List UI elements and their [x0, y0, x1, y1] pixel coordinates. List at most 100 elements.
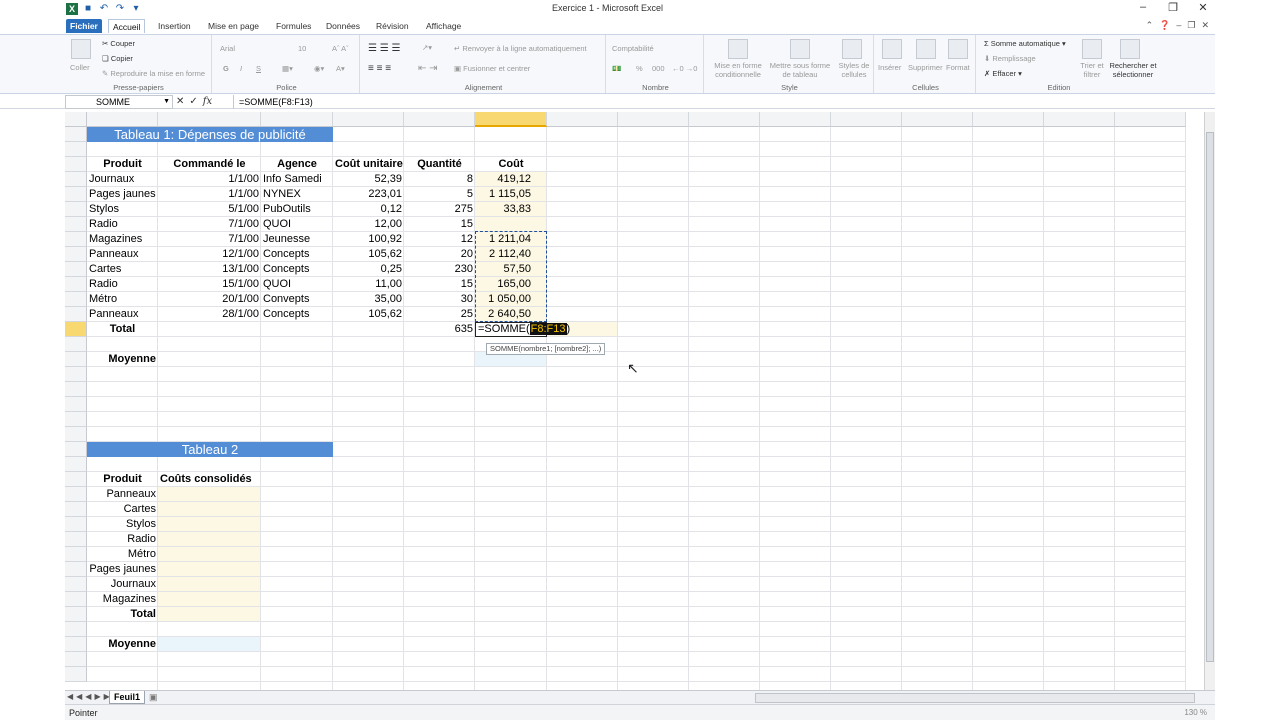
table1-average-label[interactable]: Moyenne: [87, 352, 158, 367]
table1-header[interactable]: Quantité: [404, 157, 475, 172]
table1-cell[interactable]: 0,25: [333, 262, 404, 277]
table1-header[interactable]: Produit: [87, 157, 158, 172]
table1-cell[interactable]: 105,62: [333, 247, 404, 262]
font-family-select[interactable]: Arial: [220, 44, 290, 53]
autosum-button[interactable]: Σ Somme automatique ▾: [984, 39, 1066, 48]
column-header[interactable]: [158, 112, 261, 127]
table2-item[interactable]: Journaux: [87, 577, 158, 592]
table1-cell[interactable]: 13/1/00: [158, 262, 261, 277]
table2-item[interactable]: Radio: [87, 532, 158, 547]
column-header[interactable]: [475, 112, 547, 127]
borders-icon[interactable]: ▦▾: [282, 64, 293, 73]
table1-cell[interactable]: 11,00: [333, 277, 404, 292]
tab-data[interactable]: Données: [322, 19, 364, 33]
row-header[interactable]: [65, 232, 87, 247]
number-format-select[interactable]: Comptabilité: [612, 44, 698, 53]
table1-cell[interactable]: 1/1/00: [158, 172, 261, 187]
table1-cell[interactable]: 8: [404, 172, 475, 187]
table2-item[interactable]: Magazines: [87, 592, 158, 607]
table1-cell[interactable]: Magazines: [87, 232, 158, 247]
column-header[interactable]: [87, 112, 158, 127]
table1-cell[interactable]: 25: [404, 307, 475, 322]
name-box[interactable]: SOMME ▼: [65, 95, 173, 109]
active-cell-editor[interactable]: =SOMME(F8:F13): [475, 322, 570, 337]
copy-button[interactable]: ❏ Copier: [102, 54, 133, 63]
vertical-scrollbar[interactable]: [1204, 112, 1215, 690]
format-table-button[interactable]: Mettre sous forme de tableau: [766, 61, 834, 79]
table1-cell[interactable]: 223,01: [333, 187, 404, 202]
horizontal-scrollbar[interactable]: [755, 693, 1195, 703]
align-left-icon[interactable]: ≡ ≡ ≡: [368, 63, 391, 74]
table2-total-label[interactable]: Total: [87, 607, 158, 622]
table1-cell[interactable]: 7/1/00: [158, 232, 261, 247]
cell-styles-icon[interactable]: [842, 39, 862, 59]
column-header[interactable]: [902, 112, 973, 127]
row-header[interactable]: [65, 367, 87, 382]
table1-cell[interactable]: 15: [404, 217, 475, 232]
cancel-entry-icon[interactable]: ✕: [176, 95, 184, 109]
table1-cell[interactable]: Convepts: [261, 292, 333, 307]
wrap-text-button[interactable]: ↵ Renvoyer à la ligne automatiquement: [454, 44, 587, 53]
table1-cell[interactable]: 15: [404, 277, 475, 292]
table1-cell[interactable]: 419,12: [475, 172, 547, 187]
bold-button[interactable]: G: [223, 64, 229, 73]
table2-item[interactable]: Stylos: [87, 517, 158, 532]
conditional-format-button[interactable]: Mise en forme conditionnelle: [708, 61, 768, 79]
row-header[interactable]: [65, 217, 87, 232]
table1-cell[interactable]: Cartes: [87, 262, 158, 277]
table1-cell[interactable]: 33,83: [475, 202, 547, 217]
table1-cell[interactable]: 5: [404, 187, 475, 202]
minimize-icon[interactable]: –: [1137, 1, 1149, 14]
format-table-icon[interactable]: [790, 39, 810, 59]
merge-center-button[interactable]: ▣ Fusionner et centrer: [454, 64, 530, 73]
tab-formulas[interactable]: Formules: [272, 19, 315, 33]
row-header[interactable]: [65, 442, 87, 457]
row-header[interactable]: [65, 187, 87, 202]
table1-cell[interactable]: 28/1/00: [158, 307, 261, 322]
row-header[interactable]: [65, 532, 87, 547]
indent-icon[interactable]: ⇤ ⇥: [418, 63, 438, 74]
table1-cell[interactable]: 52,39: [333, 172, 404, 187]
italic-button[interactable]: I: [240, 64, 242, 73]
column-header[interactable]: [547, 112, 618, 127]
row-header[interactable]: [65, 322, 87, 337]
insert-button[interactable]: Insérer: [878, 63, 901, 72]
table2-title[interactable]: Tableau 2: [87, 442, 333, 457]
close-icon[interactable]: ✕: [1197, 1, 1209, 14]
row-header[interactable]: [65, 262, 87, 277]
row-header[interactable]: [65, 562, 87, 577]
table1-cell[interactable]: 1 115,05: [475, 187, 547, 202]
table1-cell[interactable]: QUOI: [261, 277, 333, 292]
table1-cell[interactable]: Radio: [87, 217, 158, 232]
table2-average-label[interactable]: Moyenne: [87, 637, 158, 652]
help-icon[interactable]: ❓: [1159, 20, 1170, 31]
row-header[interactable]: [65, 487, 87, 502]
row-header[interactable]: [65, 637, 87, 652]
table1-cell[interactable]: 275: [404, 202, 475, 217]
table2-item[interactable]: Métro: [87, 547, 158, 562]
tab-page-layout[interactable]: Mise en page: [204, 19, 263, 33]
grow-font-icon[interactable]: Aˆ Aˇ: [332, 44, 349, 53]
table2-header[interactable]: Coûts consolidés: [158, 472, 261, 487]
row-header[interactable]: [65, 157, 87, 172]
conditional-format-icon[interactable]: [728, 39, 748, 59]
row-header[interactable]: [65, 142, 87, 157]
font-size-select[interactable]: 10: [298, 44, 306, 53]
row-header[interactable]: [65, 352, 87, 367]
binoculars-icon[interactable]: [1120, 39, 1140, 59]
column-header[interactable]: [1044, 112, 1115, 127]
table1-cell[interactable]: 12/1/00: [158, 247, 261, 262]
table1-cell[interactable]: 100,92: [333, 232, 404, 247]
table1-cell[interactable]: PubOutils: [261, 202, 333, 217]
format-painter-button[interactable]: ✎ Reproduire la mise en forme: [102, 69, 205, 78]
table1-cell[interactable]: 230: [404, 262, 475, 277]
row-header[interactable]: [65, 412, 87, 427]
table1-cell[interactable]: QUOI: [261, 217, 333, 232]
table1-cell[interactable]: NYNEX: [261, 187, 333, 202]
chevron-down-icon[interactable]: ▼: [163, 96, 170, 108]
table1-cell[interactable]: Radio: [87, 277, 158, 292]
cell-styles-button[interactable]: Styles de cellules: [834, 61, 874, 79]
table1-cell[interactable]: Info Samedi: [261, 172, 333, 187]
row-header[interactable]: [65, 277, 87, 292]
table1-total-label[interactable]: Total: [87, 322, 158, 337]
